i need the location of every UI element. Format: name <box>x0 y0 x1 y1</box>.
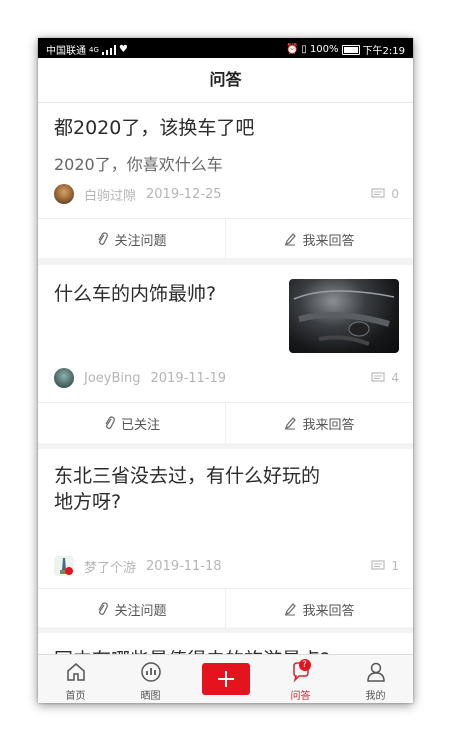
author-name[interactable]: JoeyBing <box>84 371 141 386</box>
avatar[interactable] <box>54 368 74 388</box>
battery-text: 100% <box>309 44 339 55</box>
tab-photos-label: 晒图 <box>140 691 161 702</box>
question-card[interactable]: 东北三省没去过，有什么好玩的 地方呀? 梦了个游 2019-11-18 1 关注… <box>38 449 413 629</box>
tab-post[interactable] <box>188 655 263 703</box>
answer-button[interactable]: 我来回答 <box>225 589 413 629</box>
follow-question-button[interactable]: 关注问题 <box>38 219 225 259</box>
bottom-tab-bar: 首页 晒图 ? 问答 我的 <box>38 654 413 703</box>
tab-qa[interactable]: ? 问答 <box>263 655 338 703</box>
pencil-icon <box>285 603 297 616</box>
question-meta: JoeyBing 2019-11-19 <box>54 368 226 388</box>
page-title: 问答 <box>209 70 242 89</box>
user-icon <box>366 662 385 682</box>
answer-button[interactable]: 我来回答 <box>225 403 413 443</box>
comment-count: 4 <box>371 368 399 388</box>
alarm-icon: ⏰ <box>285 44 299 55</box>
home-icon <box>66 663 85 681</box>
answer-label: 我来回答 <box>302 417 355 433</box>
status-bar: 中国联通 4G ♥ ⏰ ▯ 100% 下午2:19 <box>38 38 413 58</box>
follow-label: 关注问题 <box>114 603 167 619</box>
pencil-icon <box>285 417 297 430</box>
question-title-line2[interactable]: 地方呀? <box>54 489 121 515</box>
paperclip-icon <box>105 416 115 429</box>
question-card[interactable]: 都2020了，该换车了吧 2020了，你喜欢什么车 白驹过隙 2019-12-2… <box>38 103 413 259</box>
page-header: 问答 <box>38 58 413 103</box>
car-interior-image[interactable] <box>289 279 399 353</box>
vibrate-icon: ▯ <box>301 44 307 55</box>
question-actions: 关注问题 我来回答 <box>38 218 413 259</box>
question-card[interactable]: 什么车的内饰最帅? JoeyBing 2019-11-19 4 已关注 我来回答 <box>38 265 413 443</box>
question-title[interactable]: 什么车的内饰最帅? <box>54 281 216 307</box>
tab-home[interactable]: 首页 <box>38 655 113 703</box>
question-meta: 梦了个游 2019-11-18 <box>54 556 222 576</box>
comment-icon <box>371 560 385 570</box>
comment-icon <box>371 372 385 382</box>
question-meta: 白驹过隙 2019-12-25 <box>54 184 222 204</box>
battery-icon <box>341 44 360 55</box>
follow-label: 已关注 <box>120 417 160 433</box>
post-date: 2019-12-25 <box>146 186 222 202</box>
comment-count-value: 1 <box>391 559 399 573</box>
network-label: 4G <box>89 45 99 54</box>
post-date: 2019-11-18 <box>146 558 222 574</box>
plus-icon[interactable] <box>201 663 250 695</box>
tab-home-label: 首页 <box>65 691 86 702</box>
question-feed[interactable]: 都2020了，该换车了吧 2020了，你喜欢什么车 白驹过隙 2019-12-2… <box>38 103 413 660</box>
followed-button[interactable]: 已关注 <box>38 403 225 443</box>
avatar[interactable] <box>54 556 74 576</box>
tab-mine-label: 我的 <box>365 691 386 702</box>
paperclip-icon <box>98 232 109 245</box>
author-name[interactable]: 白驹过隙 <box>84 185 136 204</box>
clock: 下午2:19 <box>362 46 405 57</box>
question-actions: 已关注 我来回答 <box>38 402 413 443</box>
author-name[interactable]: 梦了个游 <box>84 557 136 576</box>
comment-count: 1 <box>371 556 399 576</box>
avatar[interactable] <box>54 184 74 204</box>
answer-label: 我来回答 <box>302 233 355 249</box>
comment-icon <box>371 188 385 198</box>
question-title[interactable]: 都2020了，该换车了吧 <box>54 115 254 141</box>
follow-question-button[interactable]: 关注问题 <box>38 589 225 629</box>
signal-icon <box>101 44 116 55</box>
tab-photos[interactable]: 晒图 <box>113 655 188 703</box>
answer-button[interactable]: 我来回答 <box>225 219 413 259</box>
paperclip-icon <box>98 602 109 615</box>
follow-label: 关注问题 <box>114 233 167 249</box>
carrier-label: 中国联通 <box>46 46 86 57</box>
question-title-line1[interactable]: 东北三省没去过，有什么好玩的 <box>54 463 320 489</box>
tab-mine[interactable]: 我的 <box>338 655 413 703</box>
tower-avatar-icon <box>60 558 73 575</box>
car-interior-drawing <box>293 290 395 346</box>
answer-label: 我来回答 <box>302 603 355 619</box>
post-date: 2019-11-19 <box>150 370 227 386</box>
pencil-icon <box>285 233 297 246</box>
question-subtitle: 2020了，你喜欢什么车 <box>54 155 223 174</box>
tab-qa-label: 问答 <box>290 691 311 702</box>
question-actions: 关注问题 我来回答 <box>38 588 413 629</box>
comment-count: 0 <box>371 184 399 204</box>
phone-screen: 中国联通 4G ♥ ⏰ ▯ 100% 下午2:19 问答 都2020了，该换车了… <box>38 38 413 703</box>
comment-count-value: 4 <box>391 371 399 385</box>
wifi-icon: ♥ <box>118 44 128 55</box>
chart-icon <box>140 662 161 682</box>
qa-badge: ? <box>298 659 311 671</box>
comment-count-value: 0 <box>391 187 399 201</box>
